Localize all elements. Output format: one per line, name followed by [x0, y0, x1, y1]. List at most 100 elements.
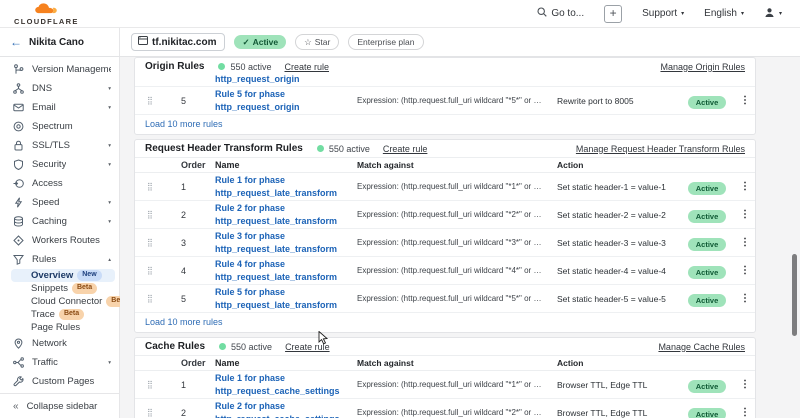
sidebar-item-rules-trace[interactable]: Trace Beta [0, 308, 119, 321]
sidebar-item-rules-snippets[interactable]: Snippets Beta [0, 282, 119, 295]
rule-expression: Expression: (http.request.full_uri wildc… [357, 96, 551, 105]
star-button[interactable]: ☆ Star [295, 34, 339, 50]
add-button[interactable]: + [604, 5, 622, 23]
rule-name-link[interactable]: Rule 2 for phasehttp_request_late_transf… [215, 202, 357, 226]
rule-expression: Expression: (http.request.full_uri wildc… [357, 238, 551, 247]
sidebar-item-caching[interactable]: Caching ▾ [0, 212, 119, 231]
wrench-icon [13, 376, 24, 387]
drag-handle-icon[interactable]: ⣿ [135, 380, 181, 389]
sidebar-item-access[interactable]: Access [0, 174, 119, 193]
search-icon [537, 7, 547, 20]
rule-name-link[interactable]: Rule 1 for phasehttp_request_cache_setti… [215, 372, 357, 396]
sidebar-item-network[interactable]: Network [0, 334, 119, 353]
load-more-rules-link[interactable]: Load 10 more rules [135, 313, 755, 332]
dns-icon [13, 83, 24, 94]
create-rule-link[interactable]: Create rule [383, 144, 428, 154]
user-menu[interactable]: ▾ [764, 7, 782, 21]
kebab-menu-icon[interactable]: ⋮ [735, 407, 755, 418]
manage-cache-rules-link[interactable]: Manage Cache Rules [658, 342, 745, 352]
support-menu[interactable]: Support ▾ [642, 8, 684, 19]
rule-name-link[interactable]: http_request_origin [215, 75, 357, 85]
rule-action: Set static header-2 = value-2 [551, 210, 679, 220]
column-order: Order [181, 358, 215, 368]
table-row: ⣿ 2 Rule 2 for phasehttp_request_cache_s… [135, 399, 755, 418]
drag-handle-icon[interactable]: ⣿ [135, 238, 181, 247]
sidebar-item-workers-routes[interactable]: Workers Routes [0, 231, 119, 250]
drag-handle-icon[interactable]: ⣿ [135, 294, 181, 303]
sidebar-item-rules-page-rules[interactable]: Page Rules [0, 321, 119, 334]
sidebar-item-dns[interactable]: DNS ▾ [0, 79, 119, 98]
language-menu[interactable]: English ▾ [704, 8, 744, 19]
status-badge: Active [688, 380, 727, 393]
active-status-dot [317, 145, 324, 152]
rule-name-link[interactable]: Rule 4 for phasehttp_request_late_transf… [215, 258, 357, 282]
kebab-menu-icon[interactable]: ⋮ [735, 209, 755, 220]
domain-selector[interactable]: tf.nikitac.com [131, 33, 225, 51]
rule-name-link[interactable]: Rule 1 for phasehttp_request_late_transf… [215, 174, 357, 198]
kebab-menu-icon[interactable]: ⋮ [735, 237, 755, 248]
manage-transform-rules-link[interactable]: Manage Request Header Transform Rules [576, 144, 745, 154]
kebab-menu-icon[interactable]: ⋮ [735, 293, 755, 304]
beta-badge: Beta [59, 309, 84, 319]
rule-name-link[interactable]: Rule 5 for phasehttp_request_late_transf… [215, 286, 357, 310]
rule-action: Browser TTL, Edge TTL [551, 380, 679, 390]
column-order: Order [181, 160, 215, 170]
active-count: 550 active [231, 342, 272, 352]
cloudflare-logo[interactable]: CLOUDFLARE [14, 2, 79, 26]
status-badge: Active [688, 238, 727, 251]
status-badge: Active [688, 210, 727, 223]
sidebar-item-ssl-tls[interactable]: SSL/TLS ▾ [0, 136, 119, 155]
branch-icon [13, 64, 24, 75]
user-icon [764, 7, 775, 21]
rule-order: 1 [181, 380, 215, 390]
rule-order: 1 [181, 182, 215, 192]
table-row: ⣿ 5 Rule 5 for phasehttp_request_late_tr… [135, 285, 755, 313]
domain-name: tf.nikitac.com [152, 37, 216, 48]
sidebar-item-traffic[interactable]: Traffic ▾ [0, 353, 119, 372]
sidebar-item-rules-cloud-connector[interactable]: Cloud Connector Beta [0, 295, 119, 308]
top-nav-actions: Go to... + Support ▾ English ▾ ▾ [537, 5, 782, 23]
kebab-menu-icon[interactable]: ⋮ [735, 379, 755, 390]
column-action: Action [551, 160, 679, 170]
sidebar-item-custom-pages[interactable]: Custom Pages [0, 372, 119, 391]
rule-name-link[interactable]: Rule 5 for phasehttp_request_origin [215, 88, 357, 112]
goto-search[interactable]: Go to... [537, 7, 584, 20]
table-row: ⣿ 5 Rule 5 for phasehttp_request_origin … [135, 87, 755, 115]
drag-handle-icon[interactable]: ⣿ [135, 266, 181, 275]
create-rule-link[interactable]: Create rule [285, 342, 330, 352]
sidebar-item-spectrum[interactable]: Spectrum [0, 117, 119, 136]
active-status-dot [219, 343, 226, 350]
cloudflare-wordmark: CLOUDFLARE [14, 18, 79, 26]
drag-handle-icon[interactable]: ⣿ [135, 96, 181, 105]
zone-header: tf.nikitac.com ✓ Active ☆ Star Enterpris… [120, 28, 800, 56]
sidebar-item-speed[interactable]: Speed ▾ [0, 193, 119, 212]
rule-name-link[interactable]: Rule 3 for phasehttp_request_late_transf… [215, 230, 357, 254]
chevron-down-icon: ▾ [108, 219, 111, 225]
scrollbar-thumb[interactable] [792, 254, 797, 336]
spectrum-icon [13, 121, 24, 132]
drag-handle-icon[interactable]: ⣿ [135, 210, 181, 219]
chevron-down-icon: ▾ [741, 11, 744, 17]
sidebar-item-security[interactable]: Security ▾ [0, 155, 119, 174]
status-badge: Active [688, 408, 727, 418]
sidebar-item-rules-overview[interactable]: Overview New [11, 269, 115, 282]
chevron-down-icon: ▾ [108, 360, 111, 366]
collapse-sidebar-button[interactable]: « Collapse sidebar [0, 393, 119, 418]
rule-name-link[interactable]: Rule 2 for phasehttp_request_cache_setti… [215, 400, 357, 418]
status-badge: Active [688, 182, 727, 195]
load-more-rules-link[interactable]: Load 10 more rules [135, 115, 755, 134]
manage-origin-rules-link[interactable]: Manage Origin Rules [660, 62, 745, 72]
back-arrow-icon[interactable]: ← [10, 35, 22, 49]
sidebar-item-version-management[interactable]: Version Management [0, 60, 119, 79]
sidebar-item-rules[interactable]: Rules ▴ [0, 250, 119, 269]
drag-handle-icon[interactable]: ⣿ [135, 182, 181, 191]
create-rule-link[interactable]: Create rule [284, 62, 329, 72]
kebab-menu-icon[interactable]: ⋮ [735, 181, 755, 192]
plan-badge: Enterprise plan [348, 34, 423, 50]
kebab-menu-icon[interactable]: ⋮ [735, 265, 755, 276]
kebab-menu-icon[interactable]: ⋮ [735, 95, 755, 106]
drag-handle-icon[interactable]: ⣿ [135, 408, 181, 417]
account-header: ← Nikita Cano [0, 28, 120, 56]
sidebar-item-email[interactable]: Email ▾ [0, 98, 119, 117]
rule-order: 2 [181, 408, 215, 418]
